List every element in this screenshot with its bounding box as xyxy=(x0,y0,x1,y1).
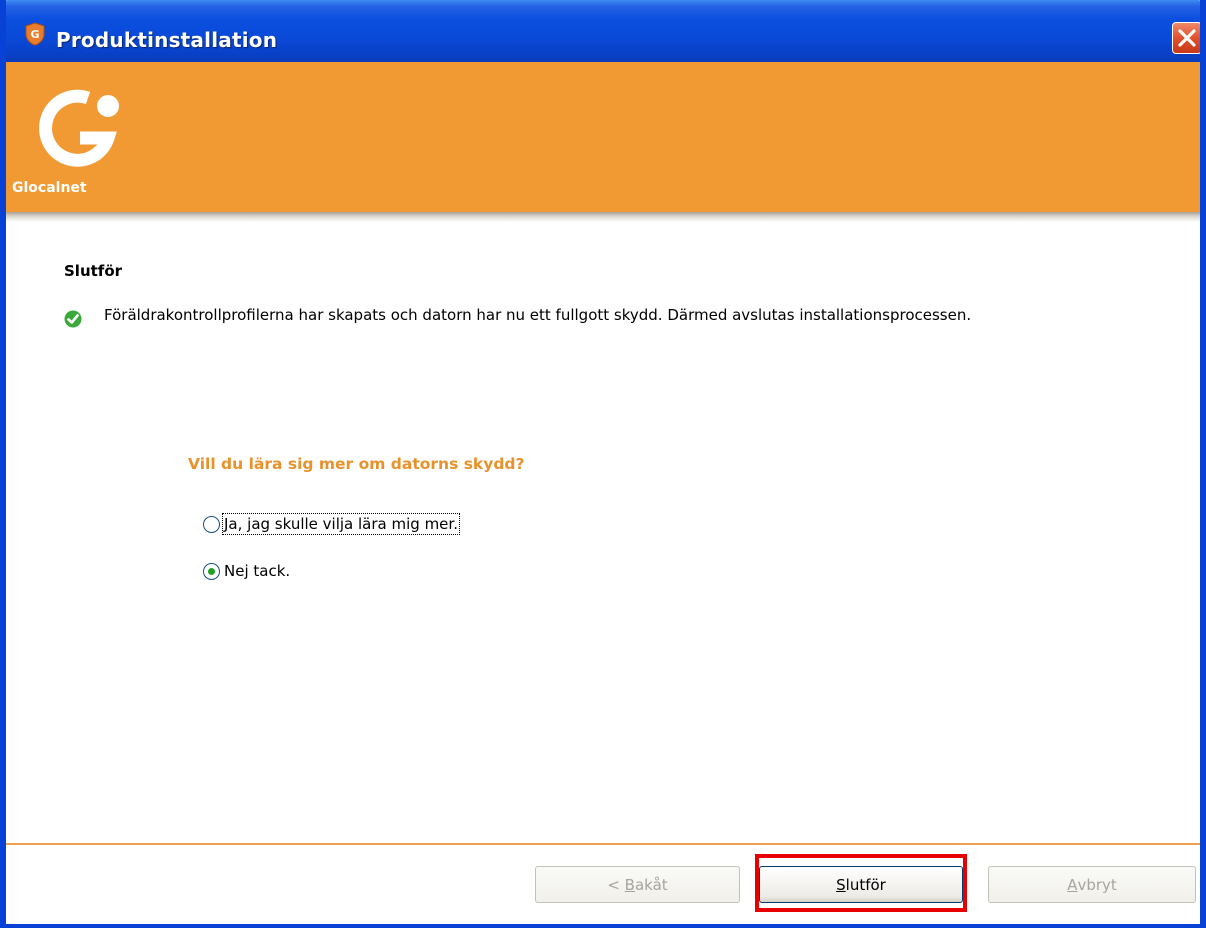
svg-text:G: G xyxy=(30,28,39,41)
glocalnet-logo-icon xyxy=(39,89,119,167)
option-no-thanks[interactable]: Nej tack. xyxy=(203,557,290,585)
back-button-prefix: < xyxy=(607,875,625,894)
option-learn-more-label[interactable]: Ja, jag skulle vilja lära mig mer. xyxy=(222,513,460,535)
brand-header: Glocalnet xyxy=(6,62,1200,214)
section-title: Slutför xyxy=(64,262,123,280)
finish-button-highlight xyxy=(755,854,967,912)
cancel-button[interactable]: Avbryt xyxy=(988,866,1196,903)
completion-message: Föräldrakontrollprofilerna har skapats o… xyxy=(104,306,972,324)
cancel-button-mnemonic: A xyxy=(1067,875,1078,894)
header-divider xyxy=(6,212,1200,222)
cancel-button-label: vbryt xyxy=(1077,875,1117,894)
back-button-label: akåt xyxy=(634,875,668,894)
window-title: Produktinstallation xyxy=(56,28,278,52)
radio-no-thanks[interactable] xyxy=(203,562,220,580)
option-learn-more[interactable]: Ja, jag skulle vilja lära mig mer. xyxy=(203,510,460,538)
check-circle-icon xyxy=(64,310,82,328)
option-no-thanks-label[interactable]: Nej tack. xyxy=(224,562,290,580)
back-button-mnemonic: B xyxy=(624,875,635,894)
footer-divider xyxy=(6,843,1200,845)
logo-text: Glocalnet xyxy=(12,180,87,196)
shield-app-icon: G xyxy=(25,22,45,46)
close-icon xyxy=(1178,29,1196,47)
learn-more-question: Vill du lära sig mer om datorns skydd? xyxy=(188,455,525,473)
close-button[interactable] xyxy=(1172,22,1200,54)
back-button[interactable]: < Bakåt xyxy=(535,866,740,903)
installer-window: G Produktinstallation Glocalnet Slutför … xyxy=(0,0,1206,928)
title-bar[interactable]: G Produktinstallation xyxy=(6,0,1200,62)
radio-learn-more[interactable] xyxy=(203,515,220,533)
